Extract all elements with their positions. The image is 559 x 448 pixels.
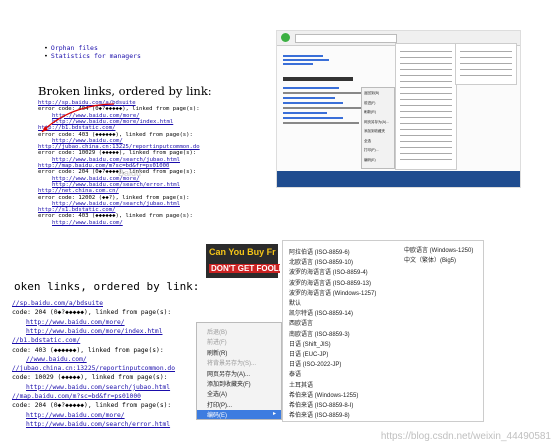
mini-context-menu: 返回到(B) 前进(F) 刷新(R) 网页另存为(A)... 添加到收藏夹 全选打印(P)…	[361, 87, 395, 169]
mini-menu-item: 编码(E)	[364, 157, 376, 162]
encoding-option[interactable]: 中文（繁体）(Big5)	[404, 255, 456, 264]
error-text: error code: 10029 (◆◆◆◆◆), linked from p…	[38, 150, 197, 157]
watermark-logo: Baidu	[118, 168, 142, 178]
address-bar[interactable]	[295, 34, 397, 43]
context-menu-item[interactable]: 后退(B)	[207, 327, 227, 336]
error-text: code: 204 (0◆?◆◆◆◆◆), linked from page(s…	[12, 402, 172, 410]
context-menu-item[interactable]: 编码(E)	[197, 410, 281, 420]
nav-orphan-files[interactable]: Orphan files	[44, 44, 98, 52]
mini-menu-item: 前进(F)	[364, 100, 376, 105]
link-item[interactable]: http://www.baidu.com/	[52, 220, 123, 226]
link-item[interactable]: http://www.baidu.com/more/index.html	[26, 328, 162, 335]
link-item[interactable]: http://www.baidu.com/	[52, 138, 123, 144]
annotation-arrow	[41, 103, 115, 133]
link-item[interactable]: http://www.baidu.com/more/	[26, 319, 125, 326]
browser-thumbnail: 返回到(B) 前进(F) 刷新(R) 网页另存为(A)... 添加到收藏夹 全选打印(P)…	[276, 30, 521, 188]
link-item[interactable]: http://jubao.china.cn:13225/reportinputc…	[38, 144, 200, 150]
mini-menu-item: 网页另存为(A)...	[364, 119, 390, 124]
error-text: code: 204 (0◆?◆◆◆◆◆), linked from page(s…	[12, 309, 172, 317]
encoding-option[interactable]: 日语 (ISO-2022-JP)	[289, 359, 341, 368]
link-item[interactable]: http://www.baidu.com/search/error.html	[52, 182, 180, 188]
encoding-option[interactable]: 希伯来语 (ISO-8859-8)	[289, 410, 350, 419]
error-text: code: 403 (◆◆◆◆◆◆), linked from page(s):	[12, 346, 164, 354]
encoding-option[interactable]: 日语 (EUC-JP)	[289, 349, 328, 358]
mini-encoding-list	[395, 43, 457, 170]
encoding-option[interactable]: 北欧语言 (ISO-8859-10)	[289, 257, 353, 266]
encoding-option[interactable]: 泰语	[289, 369, 301, 378]
encoding-submenu-col2: 中欧语言 (Windows-1250) 中文（繁体）(Big5)	[388, 240, 508, 270]
encoding-option[interactable]: 波罗的海语言语 (Windows-1257)	[289, 288, 376, 297]
encoding-option[interactable]: 阿拉伯语 (ISO-8859-6)	[289, 247, 350, 256]
link-item[interactable]: http://www.baidu.com/search/error.html	[26, 421, 170, 428]
context-menu: 后退(B) 前进(F) 刷新(R) 将背景另存为(S)... 网页另存为(A)... 添加…	[196, 322, 282, 420]
mini-menu-item: 返回到(B)	[364, 91, 380, 95]
error-text: error code: 12002 (◆◆?), linked from pag…	[38, 194, 190, 201]
link-item[interactable]: http://www.baidu.com/search/jubao.html	[52, 201, 180, 207]
link-item[interactable]: http://www.baidu.com/search/jubao.html	[26, 384, 170, 391]
link-item[interactable]: http://net.china.com.cn/	[38, 188, 119, 194]
context-menu-item[interactable]: 前进(F)	[207, 337, 227, 346]
watermark-text: https://blog.csdn.net/weixin_44490581	[380, 431, 551, 442]
page-view-original: Orphan files Statistics for managers Bro…	[0, 0, 276, 236]
banner-top-text: Can You Buy Fr	[209, 247, 276, 257]
encoding-option[interactable]: 南欧语言 (ISO-8859-3)	[289, 329, 350, 338]
link-item[interactable]: //b1.bdstatic.com/	[12, 337, 80, 344]
mini-menu-item: 全选	[364, 138, 371, 143]
encoding-option[interactable]: 希伯来语 (ISO-8859-8-I)	[289, 400, 353, 409]
encoding-option[interactable]: 中欧语言 (Windows-1250)	[404, 245, 473, 254]
context-menu-item[interactable]: 刷新(R)	[207, 348, 227, 357]
encoding-option[interactable]: 西欧语言	[289, 318, 313, 327]
link-item[interactable]: //map.baidu.com/m?sc=bd&fr=ps01000	[12, 393, 141, 400]
page-heading-zoomed: oken links, ordered by link:	[14, 280, 200, 293]
browser-logo-icon	[281, 33, 290, 42]
encoding-option[interactable]: 默认	[289, 298, 301, 307]
encoding-option[interactable]: 凯尔特语 (ISO-8859-14)	[289, 308, 353, 317]
mini-menu-item: 添加到收藏夹	[364, 129, 385, 133]
page-heading: Broken links, ordered by link:	[38, 84, 212, 98]
error-text: code: 10029 (◆◆◆◆◆), linked from page(s)…	[12, 374, 168, 382]
encoding-option[interactable]: 波罗的海语言语 (ISO-8859-4)	[289, 267, 368, 276]
context-menu-item[interactable]: 网页另存为(A)...	[207, 369, 250, 378]
link-item[interactable]: //jubao.china.cn:13225/reportinputcommon…	[12, 365, 175, 372]
link-item[interactable]: //www.baidu.com/	[26, 356, 87, 363]
link-item[interactable]: //sp.baidu.com/a/bdsuite	[12, 300, 103, 307]
error-text: error code: 403 (◆◆◆◆◆◆), linked from pa…	[38, 213, 193, 220]
mini-encoding-list-2	[455, 43, 517, 85]
mini-menu-item: 刷新(R)	[364, 110, 376, 114]
link-item[interactable]: http://www.baidu.com/more/	[26, 412, 125, 419]
context-menu-item[interactable]: 添加到收藏夹(F)	[207, 379, 251, 388]
submenu-arrow-icon: ▸	[273, 411, 277, 418]
encoding-option[interactable]: 希伯来语 (Windows-1255)	[289, 390, 358, 399]
windows-taskbar	[277, 171, 520, 187]
encoding-option[interactable]: 波罗的海语言语 (ISO-8859-13)	[289, 278, 371, 287]
mini-menu-item: 打印(P)...	[364, 148, 379, 152]
context-menu-item[interactable]: 打印(P)...	[207, 400, 232, 409]
link-item[interactable]: http://s1.bdstatic.com/	[38, 207, 115, 213]
nav-statistics[interactable]: Statistics for managers	[44, 52, 141, 60]
banner-bottom-text: DON'T GET FOOLED	[209, 264, 280, 273]
encoding-option[interactable]: 日语 (Shift_JIS)	[289, 339, 331, 348]
link-item[interactable]: http://www.baidu.com/search/jubao.html	[52, 157, 180, 163]
context-menu-item[interactable]: 将背景另存为(S)...	[207, 358, 256, 367]
encoding-option[interactable]: 土耳其语	[289, 380, 313, 389]
ad-banner[interactable]: Can You Buy Fr DON'T GET FOOLED	[206, 244, 280, 278]
context-menu-item[interactable]: 全选(A)	[207, 389, 227, 398]
